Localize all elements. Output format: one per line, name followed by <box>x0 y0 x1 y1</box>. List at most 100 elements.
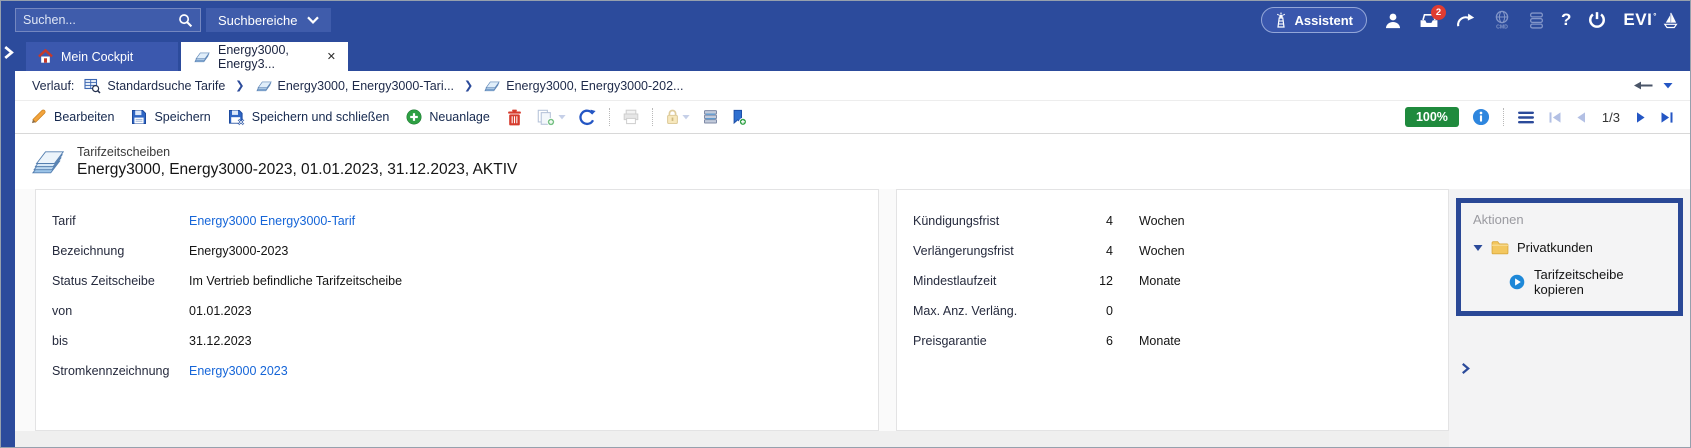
collapsed-left-panel[interactable] <box>1 71 15 448</box>
breadcrumb-label: Energy3000, Energy3000-Tari... <box>278 79 455 93</box>
refresh-button[interactable] <box>579 109 596 126</box>
first-page-icon[interactable] <box>1548 111 1562 124</box>
detail-content: Tarif Energy3000 Energy3000-Tarif Bezeic… <box>15 189 1690 448</box>
help-icon[interactable]: ? <box>1561 10 1571 30</box>
contract-terms-card: Kündigungsfrist 4 Wochen Verlängerungsfr… <box>896 189 1449 431</box>
field-label: Verlängerungsfrist <box>913 242 1083 260</box>
breadcrumb-prefix: Verlauf: <box>32 79 74 93</box>
save-and-close-button[interactable]: Speichern und schließen <box>228 109 390 126</box>
stack-button[interactable] <box>703 109 718 125</box>
field-label: von <box>52 302 189 320</box>
breadcrumb: Verlauf: Standardsuche Tarife ❯ Energy30… <box>15 71 1690 101</box>
save-button[interactable]: Speichern <box>131 109 210 125</box>
edit-label: Bearbeiten <box>54 110 114 124</box>
expand-left-panel-icon[interactable] <box>3 46 14 64</box>
tariff-sheets-icon <box>255 78 272 93</box>
new-record-label: Neuanlage <box>429 110 489 124</box>
field-label: Preisgarantie <box>913 332 1083 350</box>
breadcrumb-separator: ❯ <box>464 79 473 92</box>
field-value: 0 <box>1083 302 1113 320</box>
field-value-link[interactable]: Energy3000 2023 <box>189 362 288 380</box>
history-dropdown-icon[interactable] <box>1663 82 1673 89</box>
database-icon[interactable] <box>1529 12 1544 29</box>
lock-button[interactable] <box>666 109 690 125</box>
search-scope-label: Suchbereiche <box>218 13 298 28</box>
actions-header: Aktionen <box>1473 212 1666 227</box>
breadcrumb-item-zeitscheibe[interactable]: Energy3000, Energy3000-202... <box>483 78 683 93</box>
tab-mein-cockpit[interactable]: Mein Cockpit <box>26 42 178 71</box>
delete-button[interactable] <box>507 109 522 126</box>
edit-button[interactable]: Bearbeiten <box>31 109 114 125</box>
toolbar-separator <box>1503 108 1504 126</box>
last-page-icon[interactable] <box>1660 111 1674 124</box>
search-icon[interactable] <box>178 13 193 28</box>
next-page-icon[interactable] <box>1635 111 1647 124</box>
field-row: Preisgarantie 6 Monate <box>913 332 1432 350</box>
bookmark-add-button[interactable] <box>731 109 747 126</box>
search-scope-dropdown[interactable]: Suchbereiche <box>206 8 331 32</box>
field-label: Tarif <box>52 212 189 230</box>
tariff-sheets-icon-large <box>30 147 64 177</box>
field-unit: Monate <box>1139 272 1181 290</box>
pencil-icon <box>31 109 47 125</box>
field-label: Bezeichnung <box>52 242 189 260</box>
play-icon <box>1509 274 1525 290</box>
toolbar-right-group: 100% 1/3 <box>1405 107 1674 127</box>
print-button[interactable] <box>623 109 639 125</box>
expand-actions-icon[interactable] <box>1461 363 1470 374</box>
field-label: Mindestlaufzeit <box>913 272 1083 290</box>
brand-logo: EVI° <box>1623 10 1657 30</box>
close-icon[interactable]: ✕ <box>327 50 336 63</box>
brand-suffix: ° <box>1653 12 1657 21</box>
action-copy-tariff-slice[interactable]: Tarifzeitscheibe kopieren <box>1509 267 1666 297</box>
assistant-label: Assistent <box>1294 13 1353 28</box>
record-toolbar: Bearbeiten Speichern Speichern und schli… <box>15 101 1690 134</box>
field-row: von 01.01.2023 <box>52 302 862 320</box>
field-label: Kündigungsfrist <box>913 212 1083 230</box>
svg-text:CMD: CMD <box>1496 25 1508 31</box>
tab-energy3000[interactable]: Energy3000, Energy3... ✕ <box>181 42 348 71</box>
field-value: Energy3000-2023 <box>189 242 288 260</box>
info-icon[interactable] <box>1472 108 1490 126</box>
zoom-level-badge[interactable]: 100% <box>1405 107 1459 127</box>
history-back-icon[interactable] <box>1633 80 1654 91</box>
lock-dropdown-icon[interactable] <box>682 114 690 120</box>
chevron-down-icon <box>307 16 319 24</box>
field-value: 4 <box>1083 242 1113 260</box>
field-value: 12 <box>1083 272 1113 290</box>
field-value: 31.12.2023 <box>189 332 252 350</box>
previous-page-icon[interactable] <box>1575 111 1587 124</box>
breadcrumb-item-tarif[interactable]: Energy3000, Energy3000-Tari... <box>255 78 455 93</box>
floppy-icon <box>131 109 147 125</box>
collapse-triangle-icon[interactable] <box>1473 244 1483 252</box>
globe-cmd-icon[interactable]: CMD <box>1492 10 1512 30</box>
actions-folder-privatkunden[interactable]: Privatkunden <box>1473 240 1666 255</box>
folder-icon <box>1491 240 1509 255</box>
field-value-link[interactable]: Energy3000 Energy3000-Tarif <box>189 212 355 230</box>
tab-bar: Mein Cockpit Energy3000, Energy3... ✕ <box>1 39 1690 71</box>
field-label: Status Zeitscheibe <box>52 272 189 290</box>
inbox-icon[interactable]: 2 <box>1419 12 1439 29</box>
inbox-badge: 2 <box>1431 5 1446 20</box>
copy-record-button[interactable] <box>537 109 566 126</box>
general-fields-card: Tarif Energy3000 Energy3000-Tarif Bezeic… <box>35 189 879 431</box>
tariff-sheets-icon <box>193 49 210 64</box>
field-label: Max. Anz. Verläng. <box>913 302 1083 320</box>
actions-sidebar: Aktionen Privatkunden <box>1449 189 1690 448</box>
menu-icon[interactable] <box>1517 110 1535 125</box>
power-icon[interactable] <box>1588 11 1606 29</box>
new-record-button[interactable]: Neuanlage <box>406 109 489 125</box>
breadcrumb-item-search[interactable]: Standardsuche Tarife <box>84 78 225 94</box>
field-row: Stromkennzeichnung Energy3000 2023 <box>52 362 862 380</box>
search-input[interactable] <box>23 13 178 27</box>
assistant-button[interactable]: Assistent <box>1261 7 1367 33</box>
app-window: Suchbereiche Assistent 2 <box>0 0 1691 448</box>
user-icon[interactable] <box>1384 12 1402 29</box>
copy-dropdown-icon[interactable] <box>558 114 566 120</box>
home-icon <box>38 49 53 64</box>
top-bar: Suchbereiche Assistent 2 <box>1 1 1690 39</box>
global-search[interactable] <box>15 8 201 32</box>
page-indicator: 1/3 <box>1602 110 1620 125</box>
redo-icon[interactable] <box>1456 13 1475 28</box>
page-title: Energy3000, Energy3000-2023, 01.01.2023,… <box>77 161 517 179</box>
